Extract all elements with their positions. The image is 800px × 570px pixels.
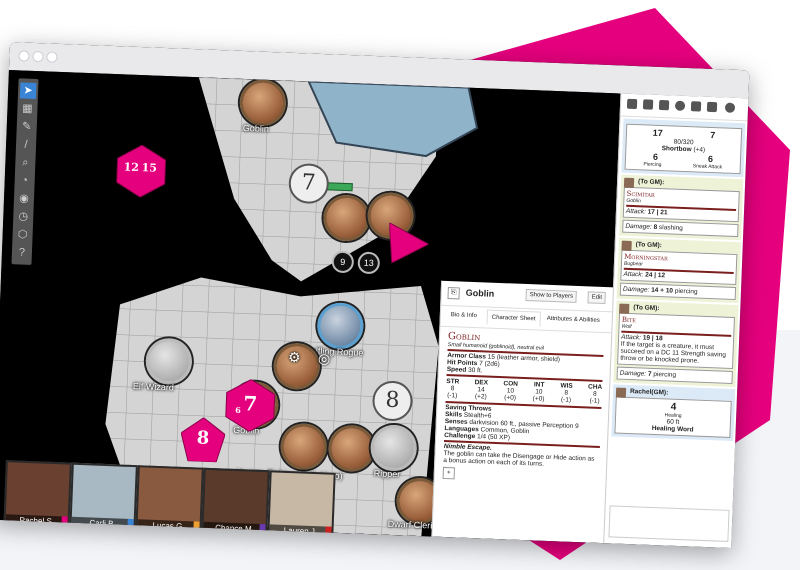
sheet-title: Goblin bbox=[465, 287, 495, 299]
attack-card: Scimitar Goblin Attack: 17 | 21 bbox=[622, 186, 740, 223]
attack-effect: If the target is a creature, it must suc… bbox=[620, 340, 727, 365]
window-dot-icon[interactable] bbox=[19, 51, 29, 61]
app-window: ➤ ▦ ✎ / ⌕ ◔ ◉ ◷ ⬡ ? Goblin 9 13 Halfling… bbox=[0, 42, 750, 549]
ability-cha: CHA 8 (-1) bbox=[587, 383, 603, 405]
add-icon[interactable]: + bbox=[442, 466, 455, 480]
sheet-icon[interactable]: ⎘ bbox=[447, 286, 460, 300]
attack-card: Bite Wolf Attack: 19 | 18 If the target … bbox=[617, 312, 735, 369]
ability-wis: WIS 8 (-1) bbox=[560, 382, 573, 404]
art-library-icon[interactable] bbox=[642, 99, 654, 110]
damage-value: 6 bbox=[652, 151, 659, 162]
video-feed[interactable]: Lucas G. bbox=[135, 465, 204, 536]
die-value: 6 bbox=[235, 404, 242, 416]
stat-block: Goblin Small humanoid (goblinoid), neutr… bbox=[434, 327, 612, 489]
tab-character-sheet[interactable]: Character Sheet bbox=[486, 309, 541, 327]
video-feed[interactable]: Lauren J. bbox=[267, 470, 336, 541]
damage-label: Sneak Attack bbox=[692, 163, 723, 171]
character-sheet-dialog: ⎘ Goblin Show to Players Edit Bio & Info… bbox=[431, 280, 615, 544]
roll-value: 7 bbox=[709, 129, 716, 141]
ability-dex: DEX 14 (+2) bbox=[474, 379, 489, 401]
tab-attributes-abilities[interactable]: Attributes & Abilities bbox=[547, 316, 600, 324]
ruler-icon[interactable]: ◔ bbox=[16, 172, 33, 189]
dice-icon[interactable]: ⬡ bbox=[14, 226, 31, 243]
avatar bbox=[615, 387, 627, 398]
die-value: 15 bbox=[141, 161, 158, 175]
journal-icon[interactable] bbox=[658, 99, 670, 111]
map-icon[interactable]: ▦ bbox=[19, 100, 36, 117]
damage-label: Piercing bbox=[643, 161, 662, 169]
attack-card: Morningstar Bugbear Attack: 24 | 12 bbox=[620, 249, 738, 286]
damage-line: Damage: 7 piercing bbox=[616, 366, 733, 384]
video-feed[interactable]: Chance M. bbox=[201, 467, 270, 539]
chat-message: (To GM): Morningstar Bugbear Attack: 24 … bbox=[616, 237, 741, 304]
avatar bbox=[619, 303, 630, 314]
ability-str: STR 8 (-1) bbox=[446, 378, 460, 400]
clock-icon[interactable]: ◷ bbox=[15, 208, 32, 225]
avatar bbox=[623, 177, 635, 189]
chat-message: (To GM): Scimitar Goblin Attack: 17 | 21… bbox=[619, 174, 744, 241]
token-label: Ripper bbox=[373, 468, 401, 480]
list-icon[interactable] bbox=[706, 101, 718, 113]
video-feed[interactable]: Carli B. bbox=[69, 462, 138, 534]
damage-line: Damage: 8 slashing bbox=[622, 219, 739, 238]
draw-icon[interactable]: ✎ bbox=[18, 118, 35, 135]
chat-input[interactable] bbox=[608, 505, 730, 542]
token-label: Elf Wizard bbox=[132, 380, 175, 393]
gear-icon[interactable] bbox=[724, 102, 736, 113]
roll-card: 17 7 80/320 Shortbow (+4) 6 6 Piercing S… bbox=[621, 118, 746, 178]
window-dot-icon[interactable] bbox=[47, 52, 57, 62]
window-dot-icon[interactable] bbox=[33, 51, 43, 62]
gear-icon[interactable]: ⚙ bbox=[288, 349, 301, 366]
chat-message: (To GM): Bite Wolf Attack: 19 | 18 If th… bbox=[613, 300, 739, 388]
d4-die-icon[interactable] bbox=[388, 222, 430, 265]
chat-message: Rachel(GM): 4 Healing 60 ft Healing Word bbox=[611, 384, 736, 442]
tab-bio-info[interactable]: Bio & Info bbox=[451, 312, 477, 319]
info-icon[interactable] bbox=[674, 100, 686, 111]
target-icon[interactable]: ◎ bbox=[318, 350, 331, 367]
chat-icon[interactable] bbox=[626, 98, 638, 110]
token-label: Dwarf Cleric bbox=[387, 518, 437, 531]
damage-value: 6 bbox=[707, 153, 714, 165]
ability-int: INT 10 (+0) bbox=[532, 381, 545, 403]
damage-line: Damage: 14 + 10 piercing bbox=[619, 282, 737, 301]
video-feed[interactable]: Rachel S. bbox=[3, 460, 72, 531]
roll-template: 17 7 80/320 Shortbow (+4) 6 6 Piercing S… bbox=[624, 123, 743, 175]
edit-button[interactable]: Edit bbox=[587, 291, 607, 305]
help-icon[interactable]: ? bbox=[14, 244, 31, 261]
avatar bbox=[621, 240, 632, 252]
pen-icon[interactable]: / bbox=[18, 136, 35, 153]
ability-con: CON 10 (+0) bbox=[503, 380, 519, 402]
cursor-icon[interactable]: ➤ bbox=[19, 82, 37, 100]
spell-card: 4 Healing 60 ft Healing Word bbox=[614, 396, 732, 438]
compendium-icon[interactable] bbox=[690, 101, 702, 112]
chat-toolbar bbox=[620, 93, 750, 122]
die-value: 8 bbox=[196, 427, 210, 449]
eye-icon[interactable]: ◉ bbox=[16, 190, 33, 207]
chat-panel: 17 7 80/320 Shortbow (+4) 6 6 Piercing S… bbox=[603, 93, 750, 549]
show-to-players-button[interactable]: Show to Players bbox=[525, 288, 578, 303]
zoom-icon[interactable]: ⌕ bbox=[17, 154, 34, 171]
token-label: Goblin bbox=[242, 123, 270, 134]
roll-value: 17 bbox=[652, 127, 663, 139]
